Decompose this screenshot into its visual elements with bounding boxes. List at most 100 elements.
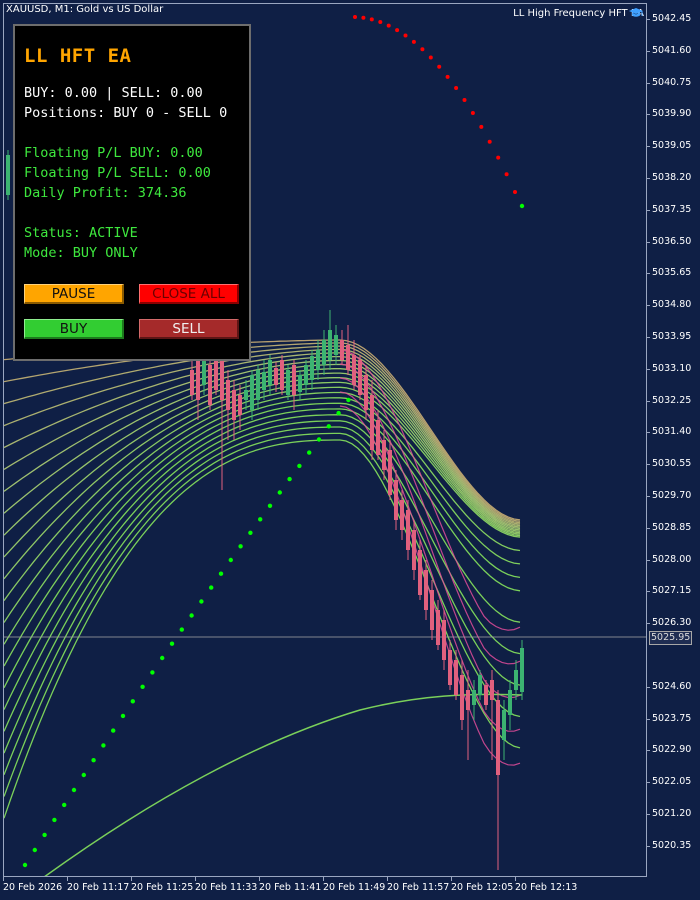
price-tick: [647, 209, 650, 211]
pause-button[interactable]: PAUSE: [24, 284, 124, 304]
candle-body: [490, 680, 494, 700]
candle-body: [238, 395, 242, 415]
buy-signal-dot: [32, 847, 37, 853]
symbol-title: XAUUSD, M1: Gold vs US Dollar: [6, 4, 164, 15]
candle-body: [466, 690, 470, 710]
time-label: 20 Feb 11:17: [67, 882, 130, 893]
ma-line: [4, 432, 521, 797]
sell-signal-dot: [420, 47, 425, 52]
sell-signal-dot: [353, 15, 357, 19]
candle-body: [208, 365, 212, 405]
price-label: 5033.10: [652, 362, 692, 374]
sell-signal-dot: [479, 124, 484, 129]
price-tick: [647, 146, 650, 148]
candle-body: [292, 365, 296, 395]
time-tick: [3, 877, 4, 881]
candle-body: [244, 390, 248, 400]
candle-body: [232, 390, 236, 420]
time-label: 20 Feb 12:05: [451, 882, 514, 893]
sell-signal-dot: [454, 86, 459, 90]
price-label: 5028.85: [652, 521, 692, 533]
time-tick: [131, 877, 132, 881]
price-label: 5029.70: [652, 490, 692, 501]
time-tick: [259, 877, 260, 881]
candle-body: [190, 370, 194, 395]
price-tick: [647, 114, 650, 116]
buy-signal-dot: [326, 424, 331, 429]
candle-body: [388, 450, 392, 495]
buy-button[interactable]: BUY: [24, 319, 124, 339]
candle-body: [472, 690, 476, 705]
time-label: 20 Feb 11:41: [259, 882, 322, 893]
buy-signal-dot: [218, 571, 224, 576]
buy-signal-dot: [209, 585, 214, 590]
buy-signal-dot: [228, 557, 233, 563]
buy-signal-dot: [307, 450, 312, 455]
candle-body: [358, 360, 362, 395]
price-tick: [647, 337, 650, 338]
candle-body: [328, 330, 332, 360]
mode-text: Mode: BUY ONLY: [24, 245, 138, 261]
price-tick: [647, 527, 650, 529]
floating-pl-sell: Floating P/L SELL: 0.00: [24, 165, 211, 181]
candle-body: [364, 375, 368, 410]
price-tick: [647, 814, 650, 815]
candle-body: [448, 650, 452, 685]
sell-signal-dot: [445, 74, 450, 79]
candle-body: [322, 340, 326, 365]
price-label: 5023.75: [652, 712, 692, 724]
price-label: 5035.65: [652, 267, 692, 279]
price-label: 5036.50: [652, 235, 692, 247]
price-label: 5037.35: [652, 203, 692, 215]
price-label: 5028.00: [652, 553, 692, 565]
buy-signal-dot: [258, 517, 263, 522]
candle-body: [412, 530, 416, 570]
candle-body: [382, 440, 386, 470]
sell-signal-dot: [470, 111, 475, 115]
price-label: 5022.05: [652, 776, 692, 788]
buy-signal-dot: [179, 627, 184, 632]
sell-button[interactable]: SELL: [139, 319, 239, 339]
buy-signal-dot: [140, 684, 145, 689]
candle-body: [196, 360, 200, 400]
price-tick: [647, 496, 650, 497]
candle-body: [346, 345, 350, 370]
price-tick: [647, 591, 650, 593]
time-tick: [195, 877, 196, 881]
candle-body: [430, 590, 434, 630]
price-label: 5034.80: [652, 299, 692, 311]
candle-body: [478, 675, 482, 695]
close-all-button[interactable]: CLOSE ALL: [139, 284, 239, 304]
candle-body: [334, 335, 338, 355]
fast-ma-line: [339, 377, 521, 699]
buy-signal-dot: [297, 463, 302, 469]
buy-signal-dot: [160, 655, 165, 661]
price-tick: [647, 686, 650, 688]
sell-signal-dot: [462, 98, 467, 102]
sell-signal-dot: [369, 17, 374, 22]
price-label: 5021.20: [652, 808, 692, 819]
sell-signal-dot: [496, 155, 501, 160]
candle-body: [514, 670, 518, 690]
sell-signal-dot: [386, 23, 391, 28]
buy-signal-dot: [238, 544, 243, 549]
price-label: 5039.05: [652, 140, 692, 152]
price-tick: [647, 432, 650, 434]
candle-body: [460, 675, 464, 720]
candle-body: [484, 685, 488, 705]
price-tick: [647, 241, 650, 243]
buy-signal-dot: [101, 743, 106, 748]
buy-signal-dot: [277, 490, 282, 495]
candle-body: [394, 480, 398, 520]
time-label: 20 Feb 11:25: [131, 882, 194, 893]
price-tick: [647, 19, 650, 20]
sell-signal-dot: [378, 20, 383, 24]
candle-body: [220, 360, 224, 400]
ma-line: [4, 381, 521, 601]
price-label: 5026.30: [652, 617, 692, 629]
buy-signal-dot: [130, 699, 135, 704]
sell-signal-dot: [361, 15, 366, 20]
buy-signal-dot: [22, 862, 28, 868]
buy-signal-dot: [169, 641, 175, 646]
graduation-cap-icon[interactable]: [629, 7, 643, 19]
